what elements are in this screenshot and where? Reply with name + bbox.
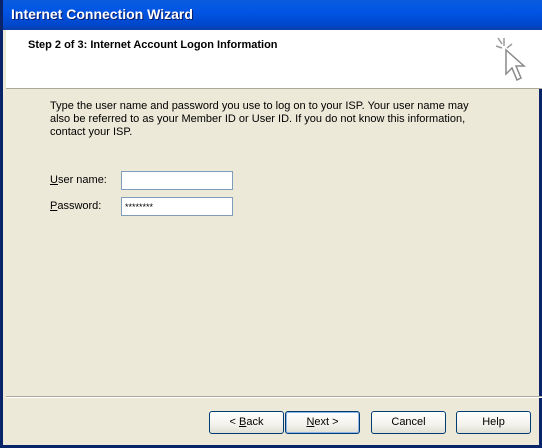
next-button-label: ext > [314,416,339,428]
password-label-text: assword: [57,200,102,212]
username-access-key: U [50,174,58,186]
username-input[interactable] [121,171,233,190]
help-button[interactable]: Help [456,411,531,434]
step-title: Step 2 of 3: Internet Account Logon Info… [28,39,278,51]
window-title: Internet Connection Wizard [11,6,193,22]
next-button[interactable]: Next > [285,411,360,434]
password-input[interactable] [121,197,233,216]
cancel-button[interactable]: Cancel [371,411,446,434]
username-label: User name: [50,174,107,186]
wizard-header: Step 2 of 3: Internet Account Logon Info… [6,30,542,89]
wizard-sparkle-cursor-icon [495,37,526,82]
password-label: Password: [50,200,101,212]
instructions-text: Type the user name and password you use … [50,100,469,138]
wizard-window: Internet Connection Wizard Step 2 of 3: … [0,0,542,448]
back-button-prefix: < [229,416,239,428]
back-button[interactable]: < Back [209,411,284,434]
back-button-label: ack [246,416,264,428]
username-label-text: ser name: [57,174,107,186]
button-separator [6,396,542,398]
title-bar[interactable]: Internet Connection Wizard [3,0,542,30]
